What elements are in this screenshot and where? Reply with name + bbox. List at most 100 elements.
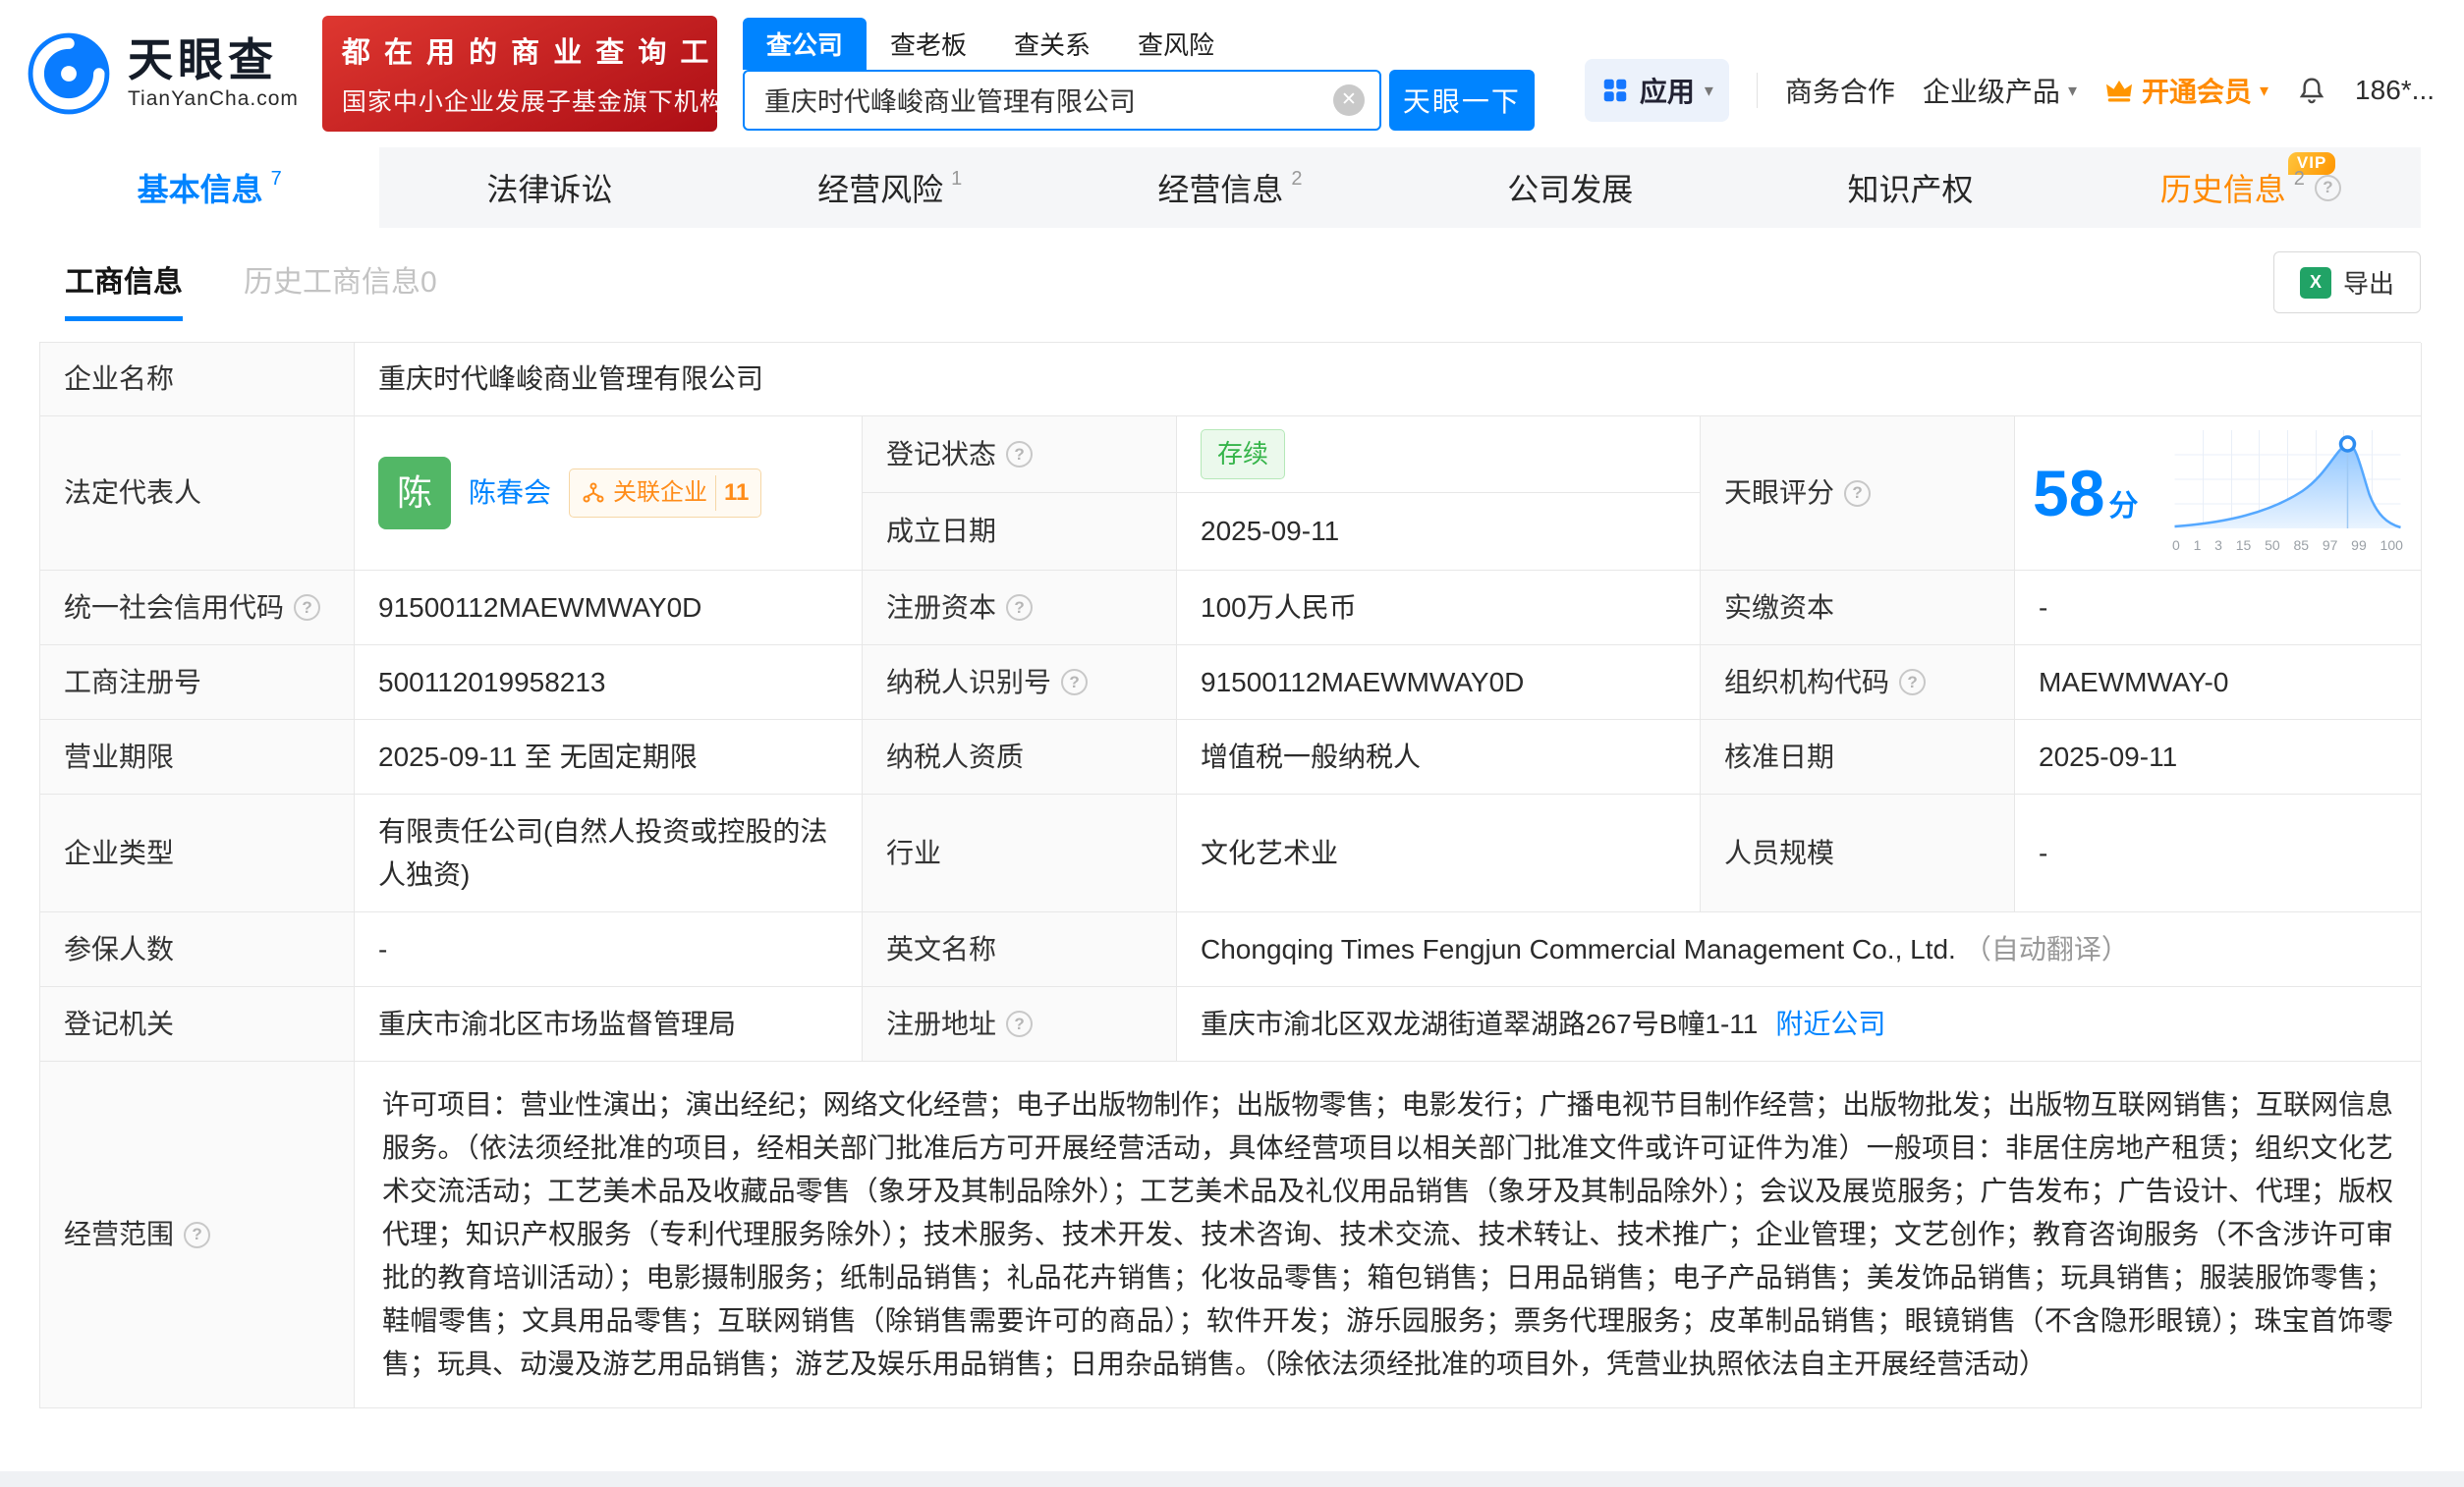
english-name-value: Chongqing Times Fengjun Commercial Manag… xyxy=(1177,912,2422,987)
approval-date-value: 2025-09-11 xyxy=(2015,720,2422,795)
tab-company-development[interactable]: 公司发展 xyxy=(1400,147,1740,228)
legal-rep-avatar[interactable]: 陈 xyxy=(378,457,451,529)
promo-banner[interactable]: 都 在 用 的 商 业 查 询 工 具 国家中小企业发展子基金旗下机构 xyxy=(321,16,755,132)
reg-status-value: 存续 xyxy=(1177,416,1701,493)
help-icon[interactable]: ? xyxy=(2314,174,2341,201)
notification-bell[interactable] xyxy=(2296,75,2327,106)
search-tab-company[interactable]: 查公司 xyxy=(742,17,867,70)
clear-search-icon[interactable]: ✕ xyxy=(1332,83,1365,116)
search-tab-boss[interactable]: 查老板 xyxy=(867,18,990,70)
tab-history-info[interactable]: VIP 历史信息 2 ? xyxy=(2081,147,2421,228)
score-label: 天眼评分? xyxy=(1701,416,2015,571)
tianyancha-logo[interactable]: 天眼查 TianYanCha.com xyxy=(26,30,299,117)
caret-down-icon: ▾ xyxy=(1704,80,1713,100)
tab-count-badge: 2 xyxy=(1291,167,1303,190)
apps-grid-icon xyxy=(1603,79,1627,102)
nearby-companies-link[interactable]: 附近公司 xyxy=(1775,1004,1885,1045)
taxpayer-id-value: 91500112MAEWMWAY0D xyxy=(1177,645,1701,720)
related-companies-count: 11 xyxy=(715,475,749,511)
caret-down-icon: ▾ xyxy=(2067,80,2077,100)
business-term-value: 2025-09-11 至 无固定期限 xyxy=(355,720,863,795)
subtab-history-registration[interactable]: 历史工商信息0 xyxy=(244,257,437,301)
company-section-nav: 基本信息 7 法律诉讼 经营风险 1 经营信息 2 公司发展 知识产权 VIP … xyxy=(39,147,2421,228)
help-icon[interactable]: ? xyxy=(1061,669,1089,695)
paid-capital-value: - xyxy=(2015,571,2422,645)
search-tabs: 查公司 查老板 查关系 查风险 xyxy=(742,17,1535,70)
tab-intellectual-property[interactable]: 知识产权 xyxy=(1740,147,2080,228)
apps-menu[interactable]: 应用 ▾ xyxy=(1584,59,1729,122)
tab-count-badge: 7 xyxy=(270,167,282,190)
menu-divider xyxy=(1756,73,1758,108)
reg-capital-value: 100万人民币 xyxy=(1177,571,1701,645)
help-icon[interactable]: ? xyxy=(1006,441,1034,468)
tab-basic-info[interactable]: 基本信息 7 xyxy=(39,147,380,228)
related-companies-badge[interactable]: 关联企业 11 xyxy=(569,468,762,518)
menu-open-vip[interactable]: 开通会员 ▾ xyxy=(2104,71,2268,110)
export-label: 导出 xyxy=(2342,269,2394,299)
status-badge: 存续 xyxy=(1201,429,1286,479)
org-code-label: 组织机构代码? xyxy=(1701,645,2015,720)
menu-enterprise-product[interactable]: 企业级产品 ▾ xyxy=(1923,71,2077,110)
tab-business-info[interactable]: 经营信息 2 xyxy=(1060,147,1400,228)
company-name-value: 重庆时代峰峻商业管理有限公司 xyxy=(355,343,2422,416)
tab-legal-proceedings[interactable]: 法律诉讼 xyxy=(379,147,719,228)
reg-authority-label: 登记机关 xyxy=(40,987,355,1062)
brand-name: 天眼查 xyxy=(128,34,278,86)
search-tab-risk[interactable]: 查风险 xyxy=(1114,18,1238,70)
establish-date-value: 2025-09-11 xyxy=(1177,493,1701,571)
subtab-business-registration[interactable]: 工商信息 xyxy=(65,257,183,321)
reg-authority-value: 重庆市渝北区市场监督管理局 xyxy=(355,987,863,1062)
search-tab-relation[interactable]: 查关系 xyxy=(990,18,1114,70)
related-companies-label: 关联企业 xyxy=(613,479,708,506)
legal-rep-cell: 陈 陈春会 关联企业 11 xyxy=(355,416,863,571)
tab-label: 经营风险 xyxy=(817,172,944,207)
caret-down-icon: ▾ xyxy=(2260,80,2269,100)
search-button[interactable]: 天眼一下 xyxy=(1388,69,1535,131)
tab-label: 知识产权 xyxy=(1847,172,1974,207)
insured-count-label: 参保人数 xyxy=(40,912,355,987)
search-area: 查公司 查老板 查关系 查风险 ✕ 天眼一下 xyxy=(742,17,1535,131)
help-icon[interactable]: ? xyxy=(1006,1011,1034,1037)
tab-operating-risk[interactable]: 经营风险 1 xyxy=(720,147,1060,228)
header-menu: 应用 ▾ 商务合作 企业级产品 ▾ 开通会员 ▾ 186*... xyxy=(1584,59,2435,122)
company-type-label: 企业类型 xyxy=(40,795,355,912)
credit-code-label: 统一社会信用代码? xyxy=(40,571,355,645)
org-chart-icon xyxy=(583,482,604,503)
tab-label: 经营信息 xyxy=(1157,172,1284,207)
tab-label: 历史信息 xyxy=(2159,172,2286,207)
reg-status-label: 登记状态? xyxy=(863,416,1177,493)
menu-cooperation[interactable]: 商务合作 xyxy=(1785,71,1895,110)
tab-label: 基本信息 xyxy=(137,172,263,207)
account-label: 186*... xyxy=(2355,75,2435,105)
org-code-value: MAEWMWAY-0 xyxy=(2015,645,2422,720)
help-icon[interactable]: ? xyxy=(1006,594,1034,621)
business-info-table: 企业名称 重庆时代峰峻商业管理有限公司 法定代表人 陈 陈春会 关联企业 11 … xyxy=(39,342,2422,1408)
score-value: 58 分 xyxy=(2033,456,2139,529)
reg-address-value: 重庆市渝北区双龙湖街道翠湖路267号B幢1-11 附近公司 xyxy=(1177,987,2422,1062)
subnav: 工商信息 历史工商信息0 X 导出 xyxy=(39,228,2421,342)
english-name-label: 英文名称 xyxy=(863,912,1177,987)
help-icon[interactable]: ? xyxy=(184,1221,211,1248)
promo-line1: 都 在 用 的 商 业 查 询 工 具 xyxy=(341,37,755,69)
industry-label: 行业 xyxy=(863,795,1177,912)
open-vip-label: 开通会员 xyxy=(2141,77,2252,107)
account-phone[interactable]: 186*... xyxy=(2355,75,2435,106)
reg-number-value: 500112019958213 xyxy=(355,645,863,720)
taxpayer-quality-value: 增值税一般纳税人 xyxy=(1177,720,1701,795)
help-icon[interactable]: ? xyxy=(294,594,321,621)
export-button[interactable]: X 导出 xyxy=(2272,251,2421,313)
company-name-label: 企业名称 xyxy=(40,343,355,416)
tianyancha-logo-icon xyxy=(28,32,110,115)
help-icon[interactable]: ? xyxy=(1844,479,1872,507)
business-scope-label: 经营范围? xyxy=(40,1062,355,1408)
help-icon[interactable]: ? xyxy=(1899,669,1927,695)
legal-rep-name-link[interactable]: 陈春会 xyxy=(469,472,551,514)
score-axis: 013 15 50 85 97 99 100 xyxy=(2172,537,2403,553)
taxpayer-quality-label: 纳税人资质 xyxy=(863,720,1177,795)
score-chart: 013 15 50 85 97 99 100 xyxy=(2172,430,2403,556)
search-input[interactable] xyxy=(744,84,1333,115)
enterprise-label: 企业级产品 xyxy=(1922,77,2060,107)
establish-date-label: 成立日期 xyxy=(863,493,1177,571)
tab-label: 公司发展 xyxy=(1507,172,1634,207)
legal-rep-label: 法定代表人 xyxy=(40,416,355,571)
